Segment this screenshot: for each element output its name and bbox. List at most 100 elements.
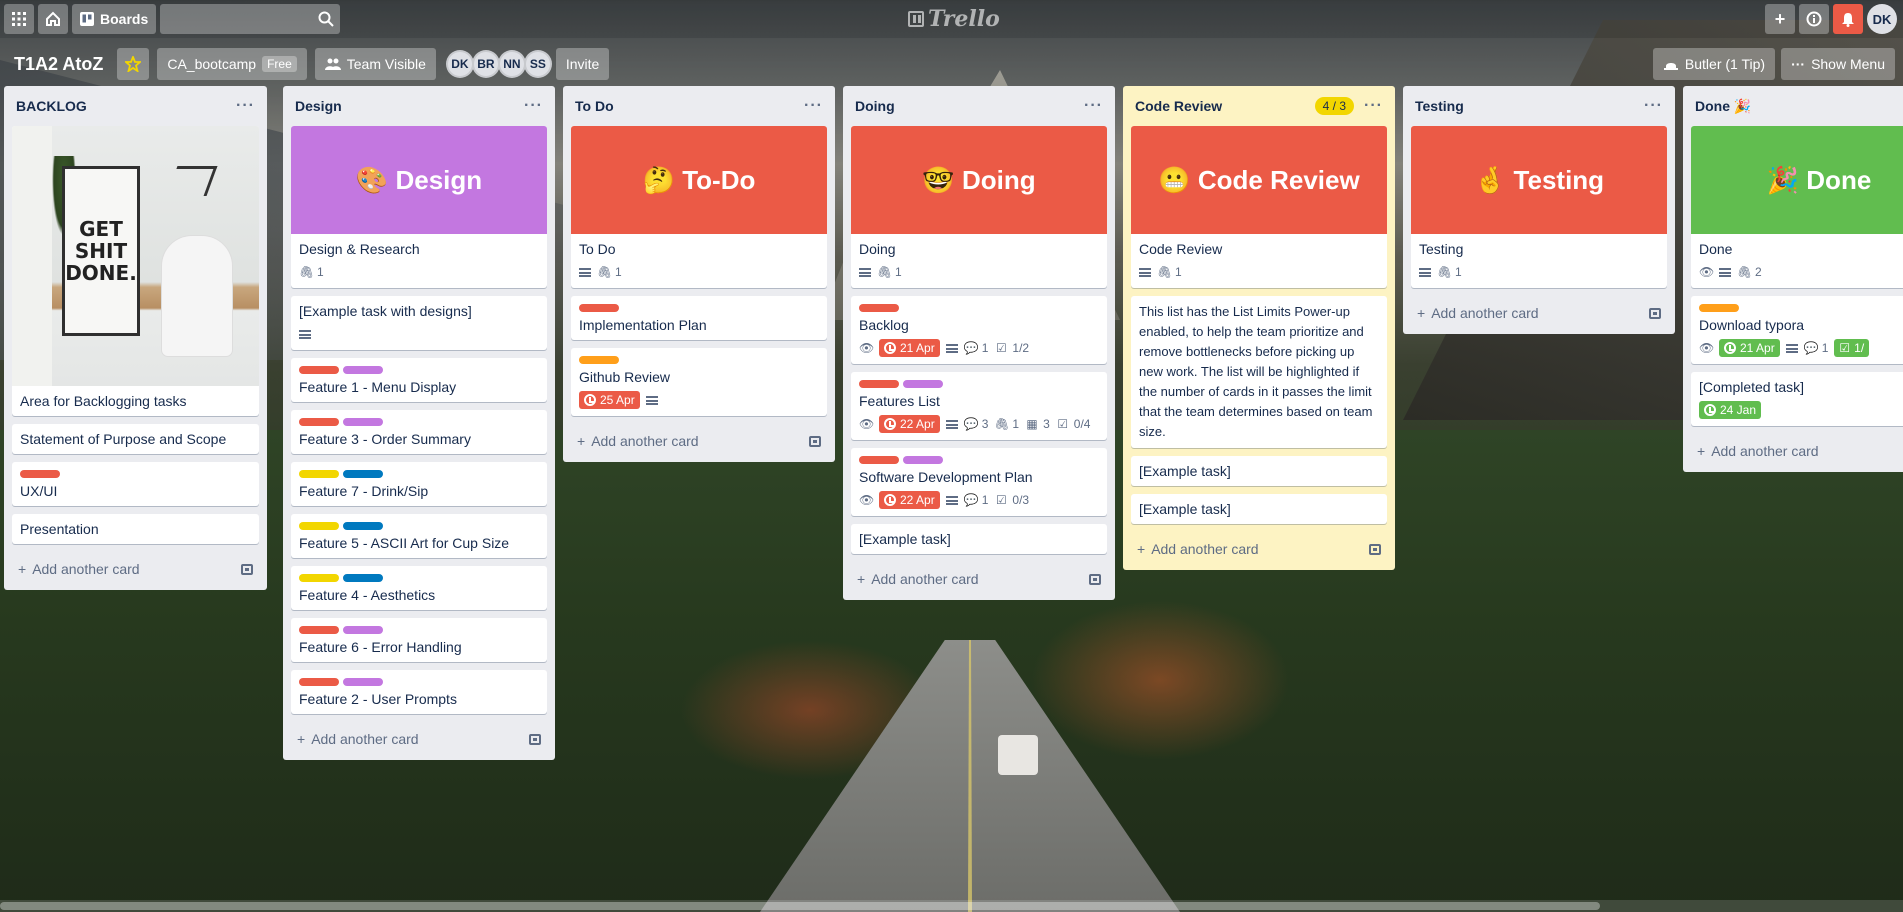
show-menu-button[interactable]: ··· Show Menu xyxy=(1781,48,1895,80)
member-avatar[interactable]: DK xyxy=(445,50,474,78)
label-orange[interactable] xyxy=(579,356,619,364)
list-menu-icon[interactable]: ··· xyxy=(1364,98,1383,114)
create-plus-button[interactable]: + xyxy=(1765,4,1795,34)
list-header[interactable]: To Do ··· xyxy=(571,86,827,126)
label-purple[interactable] xyxy=(343,366,383,374)
info-button[interactable] xyxy=(1799,4,1829,34)
boards-button[interactable]: Boards xyxy=(72,4,157,34)
label-blue[interactable] xyxy=(343,522,383,530)
card[interactable]: Feature 3 - Order Summary xyxy=(291,410,547,454)
due-date-badge[interactable]: 22 Apr xyxy=(879,415,940,433)
apps-grid-icon[interactable] xyxy=(4,4,34,34)
card[interactable]: Backlog 👁 21 Apr 💬 1 ☑ 1/2 xyxy=(851,296,1107,364)
label-yellow[interactable] xyxy=(299,470,339,478)
add-card-button[interactable]: + Add another card xyxy=(291,722,547,754)
list-header[interactable]: Doing ··· xyxy=(851,86,1107,126)
card-template-icon[interactable] xyxy=(1369,543,1381,555)
card[interactable]: Implementation Plan xyxy=(571,296,827,340)
card[interactable]: [Example task] xyxy=(851,524,1107,554)
due-date-badge[interactable]: 25 Apr xyxy=(579,391,640,409)
home-button[interactable] xyxy=(38,4,68,34)
label-red[interactable] xyxy=(859,304,899,312)
add-card-button[interactable]: + Add another card xyxy=(851,562,1107,594)
label-red[interactable] xyxy=(299,418,339,426)
board-title[interactable]: T1A2 AtoZ xyxy=(8,54,109,75)
label-red[interactable] xyxy=(299,626,339,634)
member-avatar[interactable]: NN xyxy=(497,50,526,78)
add-card-button[interactable]: + Add another card xyxy=(1691,434,1903,466)
notifications-button[interactable] xyxy=(1833,4,1863,34)
member-avatar[interactable]: BR xyxy=(471,50,500,78)
list-menu-icon[interactable]: ··· xyxy=(804,98,823,114)
card[interactable]: Feature 4 - Aesthetics xyxy=(291,566,547,610)
card[interactable]: Features List 👁 22 Apr 💬 3 🖇 1 ▦ 3 ☑ 0/4 xyxy=(851,372,1107,440)
list-header[interactable]: Code Review 4 / 3 ··· xyxy=(1131,86,1387,126)
label-red[interactable] xyxy=(299,678,339,686)
user-avatar[interactable]: DK xyxy=(1867,4,1897,34)
card[interactable]: [Example task] xyxy=(1131,494,1387,524)
card[interactable]: Feature 7 - Drink/Sip xyxy=(291,462,547,506)
label-red[interactable] xyxy=(20,470,60,478)
label-purple[interactable] xyxy=(343,626,383,634)
card[interactable]: Github Review 25 Apr xyxy=(571,348,827,416)
label-purple[interactable] xyxy=(903,456,943,464)
card[interactable]: UX/UI xyxy=(12,462,259,506)
label-yellow[interactable] xyxy=(299,574,339,582)
label-purple[interactable] xyxy=(343,418,383,426)
list-menu-icon[interactable]: ··· xyxy=(524,98,543,114)
card[interactable]: Feature 5 - ASCII Art for Cup Size xyxy=(291,514,547,558)
label-red[interactable] xyxy=(299,366,339,374)
card[interactable]: GET SHIT DONE. Area for Backlogging task… xyxy=(12,126,259,416)
label-blue[interactable] xyxy=(343,470,383,478)
list-menu-icon[interactable]: ··· xyxy=(1644,98,1663,114)
search-input[interactable] xyxy=(160,4,341,34)
list-header[interactable]: Design ··· xyxy=(291,86,547,126)
card-template-icon[interactable] xyxy=(1649,307,1661,319)
list-header[interactable]: Testing ··· xyxy=(1411,86,1667,126)
card[interactable]: [Example task with designs] xyxy=(291,296,547,350)
add-card-button[interactable]: + Add another card xyxy=(571,424,827,456)
card[interactable]: 🤞 Testing Testing 🖇 1 xyxy=(1411,126,1667,288)
member-avatar[interactable]: SS xyxy=(523,50,552,78)
add-card-button[interactable]: + Add another card xyxy=(1131,532,1387,564)
due-date-badge[interactable]: 24 Jan xyxy=(1699,401,1762,419)
label-orange[interactable] xyxy=(1699,304,1739,312)
list-header[interactable]: Done 🎉 xyxy=(1691,86,1903,126)
card[interactable]: 🤓 Doing Doing 🖇 1 xyxy=(851,126,1107,288)
add-card-button[interactable]: + Add another card xyxy=(12,552,259,584)
list-menu-icon[interactable]: ··· xyxy=(1084,98,1103,114)
card[interactable]: Statement of Purpose and Scope xyxy=(12,424,259,454)
label-red[interactable] xyxy=(859,456,899,464)
card[interactable]: Feature 1 - Menu Display xyxy=(291,358,547,402)
list-header[interactable]: BACKLOG ··· xyxy=(12,86,259,126)
label-yellow[interactable] xyxy=(299,522,339,530)
card[interactable]: Download typora 👁 21 Apr 💬 1 ☑ 1/ xyxy=(1691,296,1903,364)
due-date-badge[interactable]: 21 Apr xyxy=(879,339,940,357)
card[interactable]: 🤔 To-Do To Do 🖇 1 xyxy=(571,126,827,288)
star-button[interactable] xyxy=(117,48,150,80)
card[interactable]: 🎉 Done Done 👁 🖇 2 xyxy=(1691,126,1903,288)
butler-button[interactable]: Butler (1 Tip) xyxy=(1652,48,1776,80)
card[interactable]: Software Development Plan 👁 22 Apr 💬 1 ☑ 0… xyxy=(851,448,1107,516)
trello-logo[interactable]: Trello xyxy=(908,6,1000,32)
card[interactable]: This list has the List Limits Power-up e… xyxy=(1131,296,1387,448)
card-template-icon[interactable] xyxy=(809,435,821,447)
label-blue[interactable] xyxy=(343,574,383,582)
due-date-badge[interactable]: 21 Apr xyxy=(1719,339,1780,357)
team-button[interactable]: CA_bootcamp Free xyxy=(157,48,307,80)
add-card-button[interactable]: + Add another card xyxy=(1411,296,1667,328)
card-template-icon[interactable] xyxy=(1089,573,1101,585)
label-red[interactable] xyxy=(859,380,899,388)
card[interactable]: 🎨 Design Design & Research 🖇 1 xyxy=(291,126,547,288)
card[interactable]: [Example task] xyxy=(1131,456,1387,486)
list-menu-icon[interactable]: ··· xyxy=(236,98,255,114)
label-purple[interactable] xyxy=(903,380,943,388)
card[interactable]: 😬 Code Review Code Review 🖇 1 xyxy=(1131,126,1387,288)
card[interactable]: Feature 6 - Error Handling xyxy=(291,618,547,662)
label-purple[interactable] xyxy=(343,678,383,686)
card-template-icon[interactable] xyxy=(529,733,541,745)
invite-button[interactable]: Invite xyxy=(555,48,610,80)
horizontal-scrollbar-thumb[interactable] xyxy=(0,902,1600,910)
due-date-badge[interactable]: 22 Apr xyxy=(879,491,940,509)
card[interactable]: Feature 2 - User Prompts xyxy=(291,670,547,714)
